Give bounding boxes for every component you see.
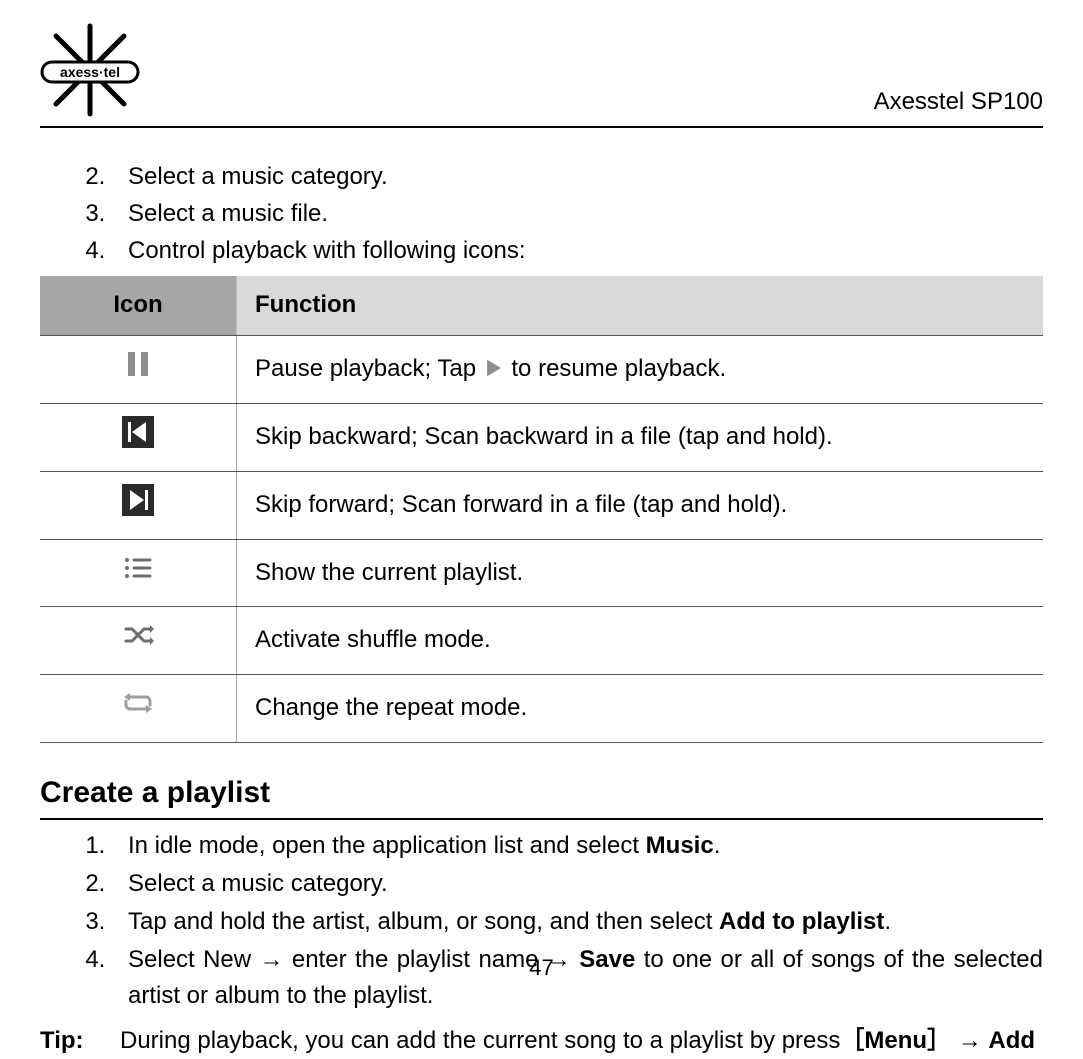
prev-icon xyxy=(122,416,154,448)
brand-logo-text: axess·tel xyxy=(60,64,120,80)
icon-function-table: Icon Function Pause playback; Tap to res… xyxy=(40,276,1043,743)
list-item: Select a music category. xyxy=(112,866,1043,902)
table-row: Skip forward; Scan forward in a file (ta… xyxy=(40,471,1043,539)
function-cell: Skip forward; Scan forward in a file (ta… xyxy=(237,471,1044,539)
icon-cell xyxy=(40,471,237,539)
section-rule xyxy=(40,818,1043,820)
icon-cell xyxy=(40,539,237,607)
tip-label: Tip: xyxy=(40,1024,120,1059)
table-header-function: Function xyxy=(237,276,1044,335)
bold-text: Add to playlist xyxy=(719,908,884,935)
numbered-list-1: Select a music category.Select a music f… xyxy=(40,160,1043,268)
page-header: axess·tel Axesstel SP100 xyxy=(40,0,1043,126)
table-row: Skip backward; Scan backward in a file (… xyxy=(40,403,1043,471)
bold-text: Add xyxy=(988,1027,1035,1054)
section-title-create-playlist: Create a playlist xyxy=(40,771,1043,815)
shuffle-icon xyxy=(122,619,154,651)
playlist-icon xyxy=(122,552,154,584)
function-cell: Pause playback; Tap to resume playback. xyxy=(237,336,1044,404)
list-item: Select a music category. xyxy=(112,160,1043,195)
table-row: Show the current playlist. xyxy=(40,539,1043,607)
icon-cell xyxy=(40,607,237,675)
icon-cell xyxy=(40,336,237,404)
list-item: Select a music file. xyxy=(112,197,1043,232)
function-cell: Activate shuffle mode. xyxy=(237,607,1044,675)
table-header-icon: Icon xyxy=(40,276,237,335)
repeat-icon xyxy=(122,687,154,719)
function-cell: Change the repeat mode. xyxy=(237,675,1044,743)
function-cell: Show the current playlist. xyxy=(237,539,1044,607)
play-inline-icon xyxy=(483,352,505,374)
table-row: Change the repeat mode. xyxy=(40,675,1043,743)
model-label: Axesstel SP100 xyxy=(874,88,1043,120)
header-rule xyxy=(40,126,1043,128)
icon-cell xyxy=(40,403,237,471)
brand-logo: axess·tel xyxy=(40,20,140,120)
table-row: Pause playback; Tap to resume playback. xyxy=(40,336,1043,404)
function-cell: Skip backward; Scan backward in a file (… xyxy=(237,403,1044,471)
pause-icon xyxy=(122,348,154,380)
table-row: Activate shuffle mode. xyxy=(40,607,1043,675)
icon-cell xyxy=(40,675,237,743)
list-item: Tap and hold the artist, album, or song,… xyxy=(112,904,1043,940)
list-item: Control playback with following icons: xyxy=(112,234,1043,269)
tip-body: During playback, you can add the current… xyxy=(120,1024,1043,1059)
next-icon xyxy=(122,484,154,516)
bold-text: ［Menu］ xyxy=(840,1027,951,1054)
list-item: In idle mode, open the application list … xyxy=(112,828,1043,864)
body: Select a music category.Select a music f… xyxy=(40,160,1043,1059)
numbered-list-2: In idle mode, open the application list … xyxy=(40,828,1043,1014)
tip-row: Tip: During playback, you can add the cu… xyxy=(40,1024,1043,1059)
bold-text: Music xyxy=(646,832,714,859)
page-number: 47 xyxy=(0,955,1083,981)
